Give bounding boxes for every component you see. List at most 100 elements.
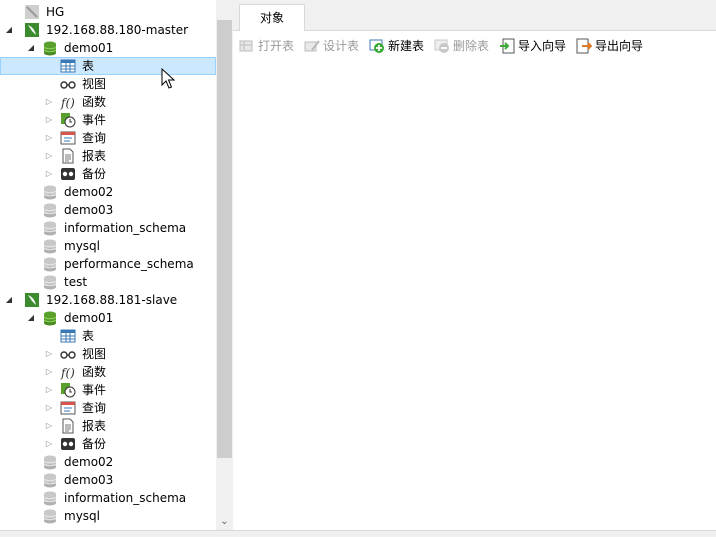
group-icon xyxy=(25,5,39,19)
connection-slave[interactable]: ◢ 192.168.88.181-slave xyxy=(0,291,216,309)
database-information-schema[interactable]: information_schema xyxy=(0,219,216,237)
database-label: mysql xyxy=(64,239,100,253)
tree-item-views[interactable]: 视图 xyxy=(0,75,216,93)
database-test[interactable]: test xyxy=(0,273,216,291)
query-icon xyxy=(60,131,76,145)
export-wizard-label: 导出向导 xyxy=(595,39,644,53)
database-inactive-icon xyxy=(43,203,57,218)
expand-arrow-icon[interactable]: ◢ xyxy=(4,294,14,306)
tree-item-label: 视图 xyxy=(82,77,107,91)
tree-item-events[interactable]: ▷ 事件 xyxy=(0,381,216,399)
scrollbar-thumb[interactable] xyxy=(217,20,232,458)
collapse-arrow-icon[interactable]: ▷ xyxy=(44,402,54,414)
tree-item-reports[interactable]: ▷ 报表 xyxy=(0,417,216,435)
import-wizard-icon xyxy=(500,38,515,54)
view-glasses-icon xyxy=(60,351,76,359)
database-demo02[interactable]: demo02 xyxy=(0,183,216,201)
database-label: demo03 xyxy=(64,473,114,487)
database-demo03[interactable]: demo03 xyxy=(0,201,216,219)
tree-root-label: HG xyxy=(46,5,65,19)
collapse-arrow-icon[interactable]: ▷ xyxy=(44,150,54,162)
tree-item-label: 查询 xyxy=(82,401,107,415)
svg-text:f(): f() xyxy=(60,96,75,110)
collapse-arrow-icon[interactable]: ▷ xyxy=(44,96,54,108)
collapse-arrow-icon[interactable]: ▷ xyxy=(44,384,54,396)
function-icon: f() xyxy=(60,96,75,110)
database-demo03[interactable]: demo03 xyxy=(0,471,216,489)
tree-item-backups[interactable]: ▷ 备份 xyxy=(0,165,216,183)
tree-item-label: 表 xyxy=(82,59,95,73)
tree-item-label: 报表 xyxy=(82,419,107,433)
database-label: test xyxy=(64,275,88,289)
tree-item-label: 函数 xyxy=(82,95,107,109)
expand-arrow-icon[interactable]: ◢ xyxy=(26,42,36,54)
tree-item-functions[interactable]: ▷ f() 函数 xyxy=(0,93,216,111)
design-table-label: 设计表 xyxy=(323,39,360,53)
tree-item-label: 表 xyxy=(82,329,95,343)
connection-label: 192.168.88.181-slave xyxy=(46,293,178,307)
database-mysql[interactable]: mysql xyxy=(0,507,216,525)
tree-item-reports[interactable]: ▷ 报表 xyxy=(0,147,216,165)
new-table-label: 新建表 xyxy=(388,39,425,53)
tree-item-tables[interactable]: 表 xyxy=(0,57,216,75)
expand-arrow-icon[interactable]: ◢ xyxy=(4,24,14,36)
tree-item-functions[interactable]: ▷ f() 函数 xyxy=(0,363,216,381)
table-icon xyxy=(60,329,76,343)
tree-vertical-scrollbar[interactable]: ⌄ xyxy=(216,0,233,536)
table-icon xyxy=(60,59,76,73)
tree-item-label: 函数 xyxy=(82,365,107,379)
tree-item-label: 查询 xyxy=(82,131,107,145)
report-icon xyxy=(62,418,74,434)
database-label: information_schema xyxy=(64,221,187,235)
database-inactive-icon xyxy=(43,455,57,470)
collapse-arrow-icon[interactable]: ▷ xyxy=(44,114,54,126)
report-icon xyxy=(62,148,74,164)
database-inactive-icon xyxy=(43,185,57,200)
tree-item-label: 视图 xyxy=(82,347,107,361)
collapse-arrow-icon[interactable]: ▷ xyxy=(44,420,54,432)
tab-objects[interactable]: 对象 xyxy=(239,4,305,31)
collapse-arrow-icon[interactable]: ▷ xyxy=(44,348,54,360)
tree-item-label: 事件 xyxy=(82,113,107,127)
expand-arrow-icon[interactable]: ◢ xyxy=(26,312,36,324)
backup-icon xyxy=(61,438,75,450)
connection-master[interactable]: ◢ 192.168.88.180-master xyxy=(0,21,216,39)
mouse-cursor-icon xyxy=(161,68,176,89)
collapse-arrow-icon[interactable]: ▷ xyxy=(44,438,54,450)
database-mysql[interactable]: mysql xyxy=(0,237,216,255)
event-clock-icon xyxy=(61,113,76,128)
tree-item-events[interactable]: ▷ 事件 xyxy=(0,111,216,129)
object-panel: 对象 打开表 设计表 新建表 删除表 导入向导 导出向导 xyxy=(233,0,716,536)
tree-root-hg[interactable]: HG xyxy=(0,3,216,21)
database-demo01[interactable]: ◢ demo01 xyxy=(0,39,216,57)
tree-item-backups[interactable]: ▷ 备份 xyxy=(0,435,216,453)
database-label: demo02 xyxy=(64,185,114,199)
database-information-schema[interactable]: information_schema xyxy=(0,489,216,507)
database-inactive-icon xyxy=(43,221,57,236)
tree-item-views[interactable]: ▷ 视图 xyxy=(0,345,216,363)
scroll-down-arrow-icon[interactable]: ⌄ xyxy=(216,513,233,530)
collapse-arrow-icon[interactable]: ▷ xyxy=(44,366,54,378)
function-icon: f() xyxy=(60,366,75,380)
database-demo02[interactable]: demo02 xyxy=(0,453,216,471)
tree-item-queries[interactable]: ▷ 查询 xyxy=(0,129,216,147)
collapse-arrow-icon[interactable]: ▷ xyxy=(44,132,54,144)
navigation-tree: HG ◢ 192.168.88.180-master ◢ demo01 表 视图… xyxy=(0,0,216,536)
delete-table-icon xyxy=(434,39,449,53)
database-performance-schema[interactable]: performance_schema xyxy=(0,255,216,273)
mysql-connection-icon xyxy=(25,293,39,307)
database-label: information_schema xyxy=(64,491,187,505)
design-table-icon xyxy=(304,40,320,52)
query-icon xyxy=(60,401,76,415)
database-label: mysql xyxy=(64,509,100,523)
open-table-icon xyxy=(239,40,253,52)
database-icon xyxy=(43,311,57,326)
database-icon xyxy=(43,41,57,56)
collapse-arrow-icon[interactable]: ▷ xyxy=(44,168,54,180)
tree-item-queries[interactable]: ▷ 查询 xyxy=(0,399,216,417)
database-demo01[interactable]: ◢ demo01 xyxy=(0,309,216,327)
tree-item-tables[interactable]: 表 xyxy=(0,327,216,345)
event-clock-icon xyxy=(61,383,76,398)
database-inactive-icon xyxy=(43,275,57,290)
tree-item-label: 报表 xyxy=(82,149,107,163)
